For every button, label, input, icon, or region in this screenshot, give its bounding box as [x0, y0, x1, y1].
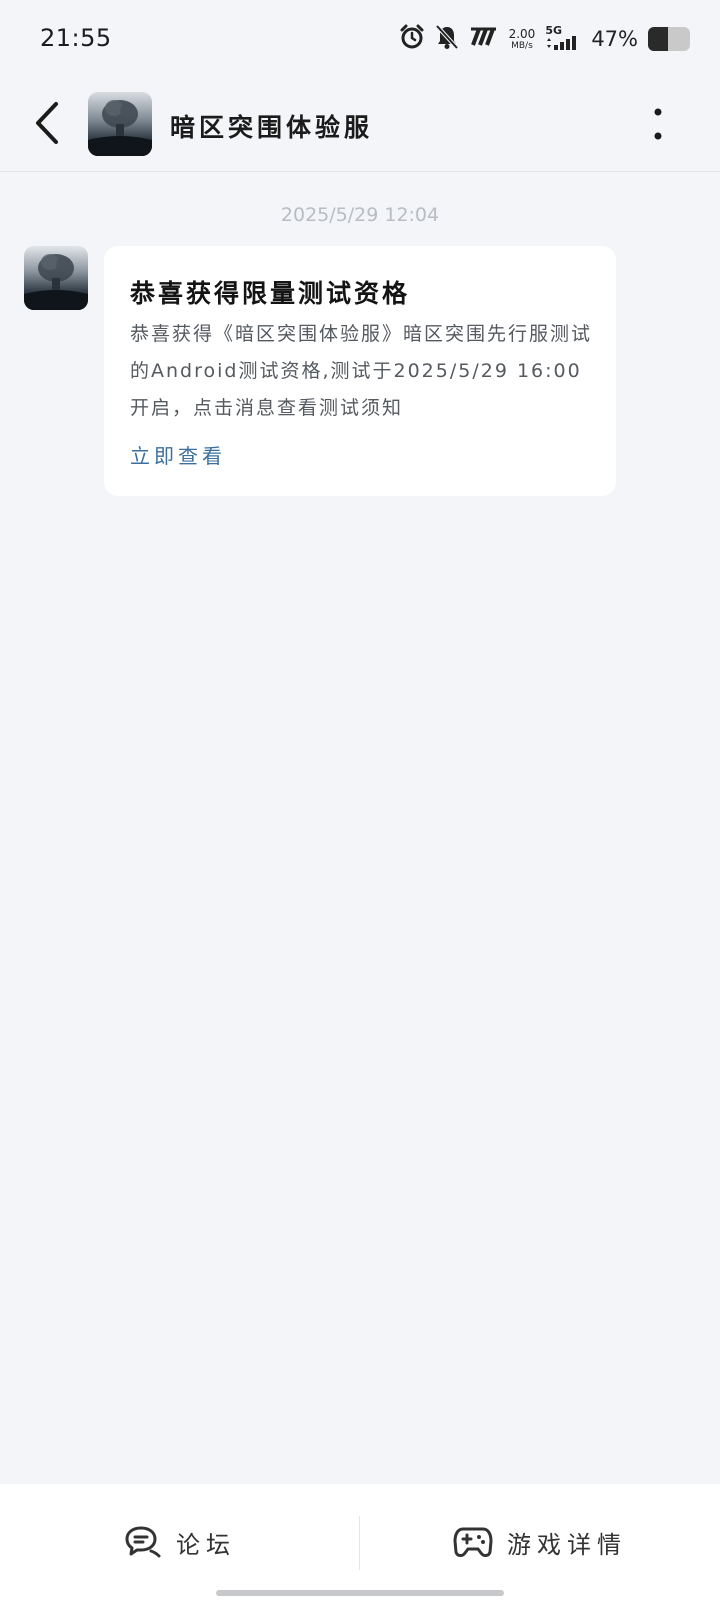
speed-value: 2.00: [508, 26, 536, 41]
more-vertical-icon: [654, 108, 662, 140]
game-details-button[interactable]: 游戏详情: [360, 1484, 720, 1600]
chat-header: 暗区突围体验服: [0, 78, 720, 172]
gamepad-icon: [453, 1527, 493, 1557]
home-indicator[interactable]: [216, 1590, 504, 1596]
game-avatar[interactable]: [88, 92, 152, 156]
status-time: 21:55: [40, 24, 112, 52]
back-button[interactable]: [28, 98, 68, 148]
signal-icon: [545, 36, 581, 53]
bell-muted-icon: [435, 24, 459, 54]
screen: 21:55 2.00 MB/s 5G 47% 暗区突围体验服 2025/5/29…: [0, 0, 720, 1600]
game-logo-icon: [24, 254, 88, 310]
bottom-bar: 论坛 游戏详情: [0, 1484, 720, 1600]
status-bar: 21:55 2.00 MB/s 5G 47%: [0, 0, 720, 78]
sender-avatar[interactable]: [24, 246, 88, 310]
more-options-button[interactable]: [648, 106, 668, 142]
status-icons: 2.00 MB/s 5G 47%: [389, 22, 690, 56]
view-now-link[interactable]: 立即查看: [130, 440, 226, 469]
forum-label: 论坛: [176, 1530, 236, 1559]
battery-icon: [648, 27, 690, 51]
chat-bubble-icon: [125, 1526, 161, 1558]
nfc-icon: [469, 27, 499, 51]
message-body: 恭喜获得《暗区突围体验服》暗区突围先行服测试的Android测试资格,测试于20…: [130, 323, 593, 419]
speed-unit: MB/s: [511, 40, 533, 51]
message-timestamp: 2025/5/29 12:04: [280, 204, 440, 226]
back-chevron-icon: [36, 102, 58, 144]
game-details-label: 游戏详情: [507, 1530, 627, 1559]
page-title: 暗区突围体验服: [170, 113, 374, 142]
alarm-icon: [399, 24, 425, 54]
game-logo-icon: [88, 100, 152, 156]
network-speed: 2.00 MB/s: [509, 28, 536, 51]
network-type: 5G: [545, 24, 562, 37]
battery-level-fill: [648, 27, 668, 51]
network-indicator: 5G: [545, 25, 581, 53]
forum-button[interactable]: 论坛: [0, 1484, 360, 1600]
message-card[interactable]: 恭喜获得限量测试资格 恭喜获得《暗区突围体验服》暗区突围先行服测试的Androi…: [104, 246, 616, 496]
message-title: 恭喜获得限量测试资格: [130, 279, 411, 308]
battery-percent: 47%: [591, 27, 638, 51]
